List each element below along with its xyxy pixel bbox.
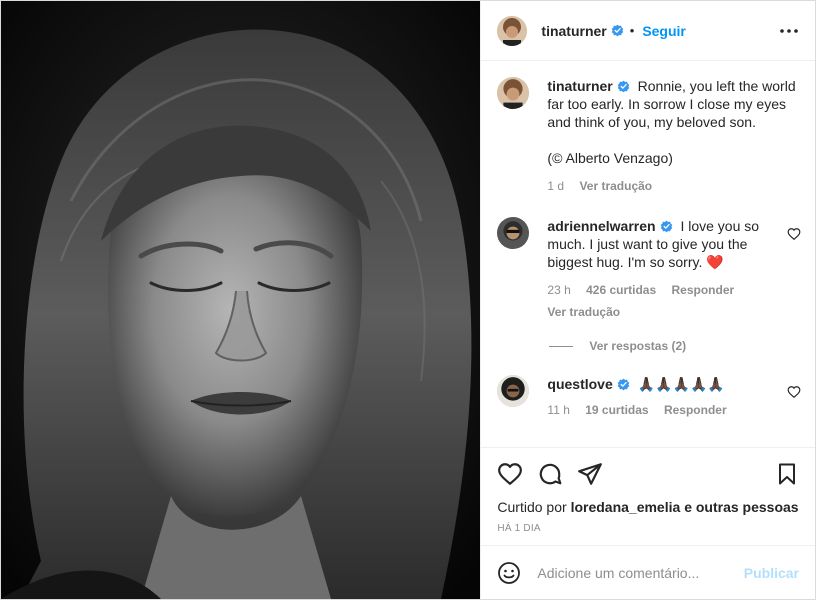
post-timestamp[interactable]: HÁ 1 DIA bbox=[481, 515, 815, 545]
verified-badge-icon bbox=[611, 24, 624, 37]
caption: tinaturner Ronnie, you left the world fa… bbox=[497, 77, 801, 195]
more-options-icon[interactable] bbox=[777, 19, 801, 43]
post-header: tinaturner • Seguir bbox=[481, 1, 815, 61]
like-comment-heart-icon[interactable] bbox=[787, 385, 801, 399]
caption-meta: 1 d Ver tradução bbox=[547, 177, 801, 195]
verified-badge-icon bbox=[617, 79, 630, 93]
comment-time[interactable]: 11 h bbox=[547, 403, 569, 417]
comment-item: adriennelwarren I love you so much. I ju… bbox=[497, 217, 801, 321]
comment-time[interactable]: 23 h bbox=[547, 283, 570, 297]
post-photo[interactable] bbox=[1, 1, 481, 599]
liked-by-user[interactable]: loredana_emelia bbox=[571, 499, 681, 515]
share-paper-plane-icon[interactable] bbox=[577, 461, 603, 487]
emoji-smiley-icon[interactable] bbox=[497, 561, 521, 585]
verified-badge-icon bbox=[617, 377, 630, 391]
separator-dot: • bbox=[629, 23, 635, 38]
replies-divider bbox=[549, 345, 574, 347]
action-bar bbox=[481, 447, 815, 499]
save-bookmark-icon[interactable] bbox=[775, 461, 801, 487]
commenter-username[interactable]: adriennelwarren bbox=[547, 218, 655, 234]
comment-meta: 23 h 426 curtidas Responder bbox=[547, 281, 779, 299]
like-heart-icon[interactable] bbox=[497, 461, 523, 487]
comment-text: 🙏🏿🙏🏿🙏🏿🙏🏿🙏🏿 bbox=[637, 376, 725, 392]
caption-time[interactable]: 1 d bbox=[547, 179, 564, 193]
caption-avatar[interactable] bbox=[497, 77, 530, 109]
comment-input[interactable] bbox=[535, 563, 744, 582]
comment-likes[interactable]: 19 curtidas bbox=[585, 403, 648, 417]
comment-meta: 11 h 19 curtidas Responder bbox=[547, 401, 779, 419]
caption-username[interactable]: tinaturner bbox=[547, 78, 612, 94]
comment-item: questlove 🙏🏿🙏🏿🙏🏿🙏🏿🙏🏿 11 h 19 curtidas Re… bbox=[497, 375, 801, 419]
liked-by: Curtido por loredana_emelia e outras pes… bbox=[481, 499, 815, 515]
verified-badge-icon bbox=[660, 219, 673, 233]
author-avatar[interactable] bbox=[497, 15, 528, 46]
see-translation-button[interactable]: Ver tradução bbox=[547, 305, 620, 319]
view-replies-button[interactable]: Ver respostas (2) bbox=[549, 339, 801, 353]
author-username[interactable]: tinaturner bbox=[541, 23, 606, 39]
heart-emoji: ❤️ bbox=[706, 254, 724, 270]
see-translation-button[interactable]: Ver tradução bbox=[579, 179, 652, 193]
liked-by-prefix: Curtido por bbox=[497, 499, 567, 515]
commenter-avatar[interactable] bbox=[497, 217, 530, 249]
post-sidebar: tinaturner • Seguir tinaturner Ronnie, y… bbox=[480, 1, 815, 599]
reply-button[interactable]: Responder bbox=[672, 283, 735, 297]
liked-by-others[interactable]: e outras pessoas bbox=[684, 499, 798, 515]
reply-button[interactable]: Responder bbox=[664, 403, 727, 417]
publish-button[interactable]: Publicar bbox=[744, 565, 799, 581]
view-replies-label: Ver respostas (2) bbox=[589, 339, 687, 353]
comment-likes[interactable]: 426 curtidas bbox=[586, 283, 656, 297]
caption-credit: (© Alberto Venzago) bbox=[547, 150, 673, 166]
add-comment-bar: Publicar bbox=[481, 545, 815, 599]
like-comment-heart-icon[interactable] bbox=[787, 227, 801, 241]
follow-button[interactable]: Seguir bbox=[642, 23, 686, 39]
post-dialog: tinaturner • Seguir tinaturner Ronnie, y… bbox=[0, 0, 816, 600]
comments-list[interactable]: tinaturner Ronnie, you left the world fa… bbox=[481, 61, 815, 447]
comment-bubble-icon[interactable] bbox=[537, 461, 563, 487]
commenter-username[interactable]: questlove bbox=[547, 376, 612, 392]
commenter-avatar[interactable] bbox=[497, 375, 530, 407]
